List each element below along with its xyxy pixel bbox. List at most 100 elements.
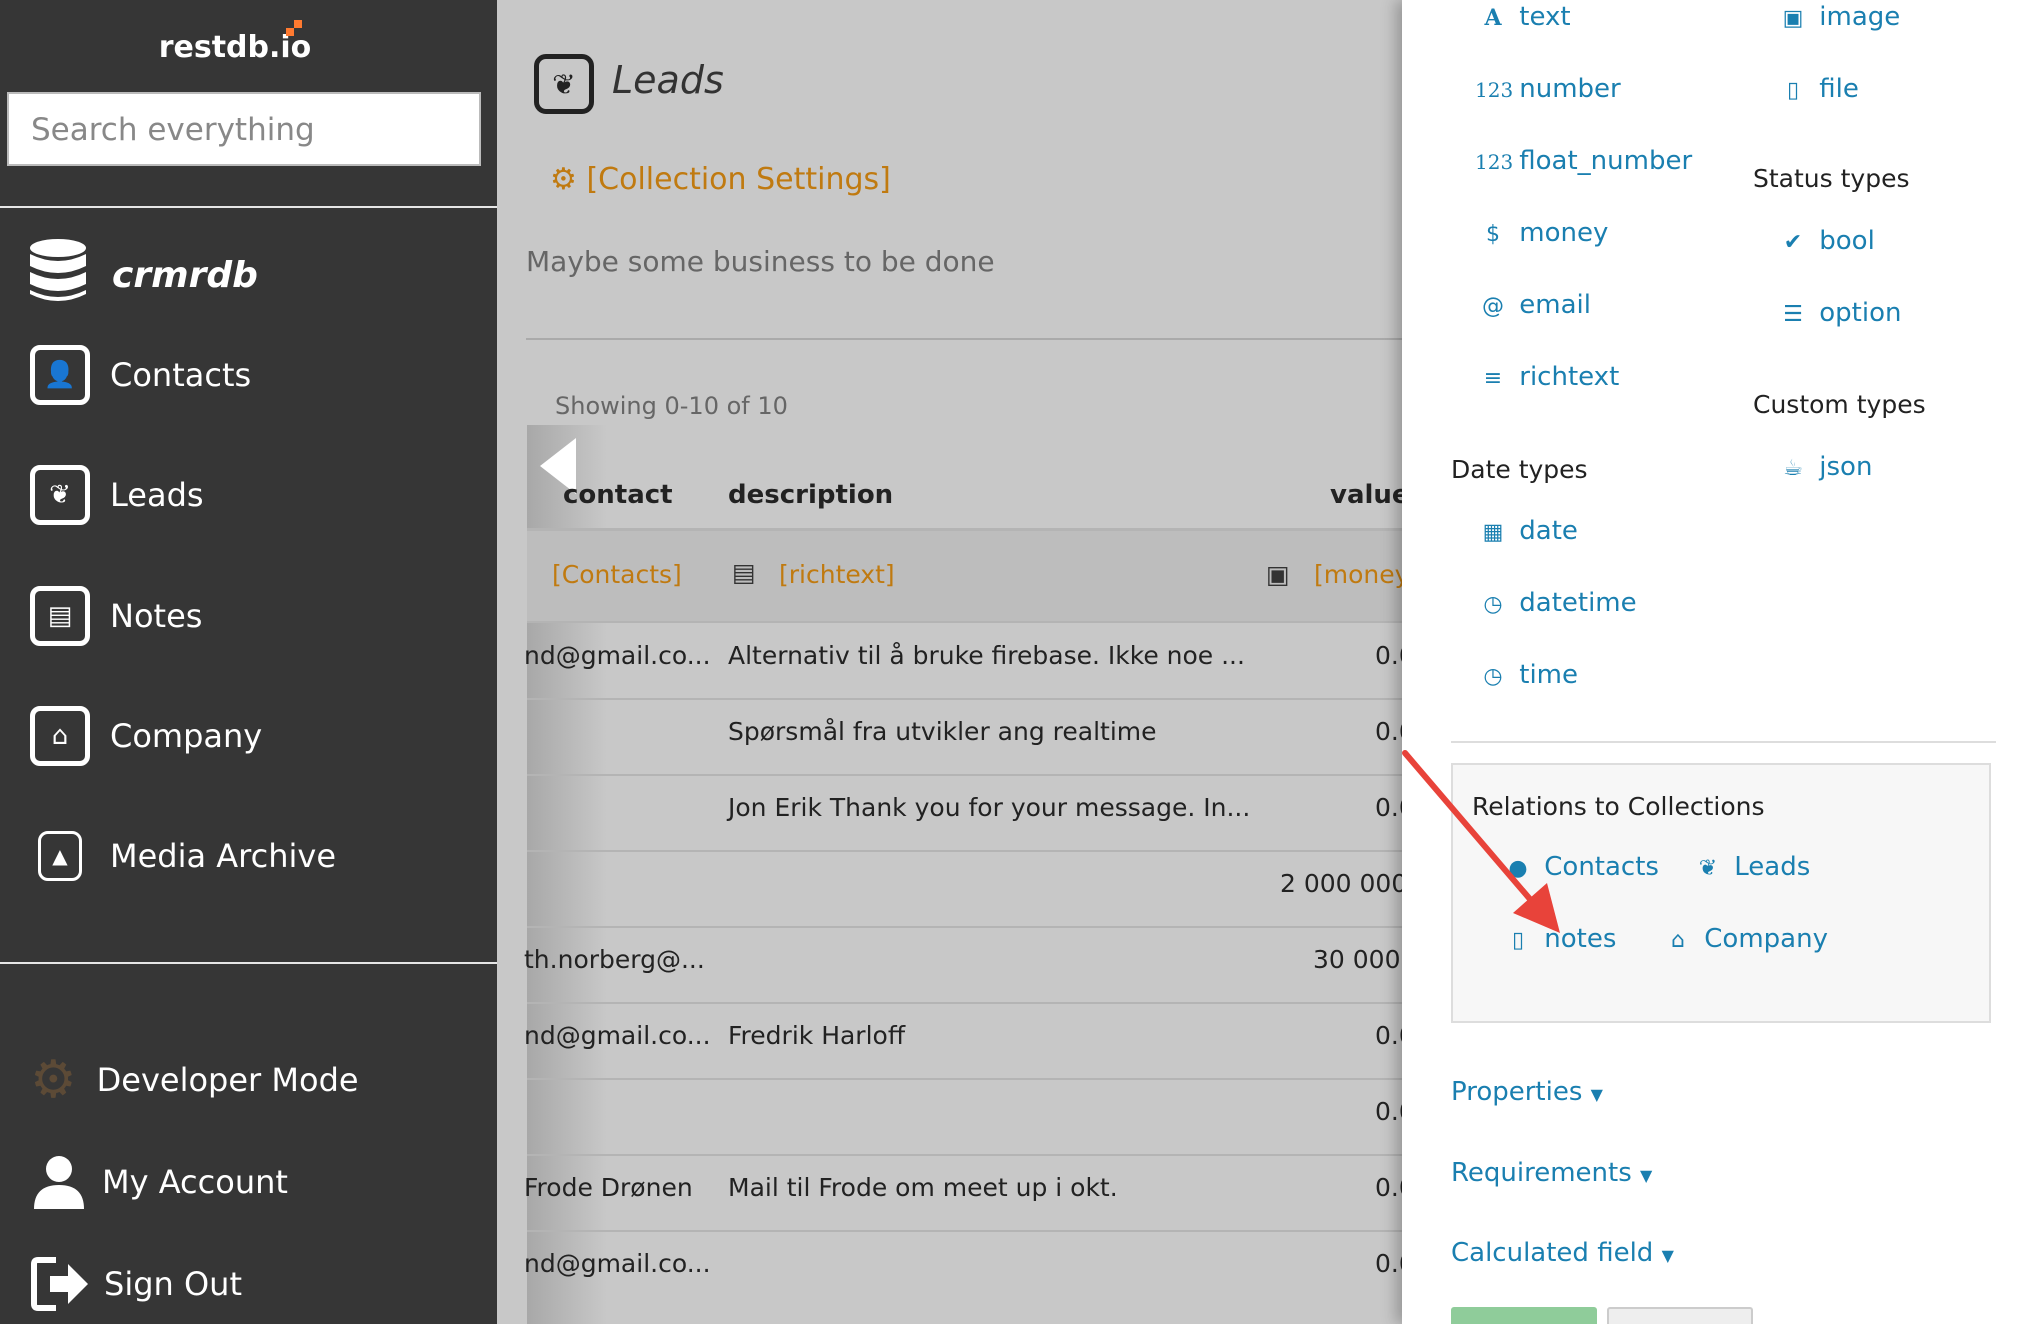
- status-types-heading: Status types: [1753, 164, 1910, 193]
- field-type-label: image: [1819, 2, 1901, 32]
- leaf-icon: ❦: [1698, 856, 1718, 881]
- type-cell[interactable]: [money: [1314, 560, 1409, 589]
- collection-description: Maybe some business to be done: [526, 245, 995, 278]
- field-type-label: date: [1519, 516, 1578, 546]
- cancel-button[interactable]: [1607, 1307, 1753, 1324]
- table-cell[interactable]: nd@gmail.co...: [524, 1249, 711, 1278]
- table-cell[interactable]: Jon Erik Thank you for your message. In.…: [728, 793, 1250, 822]
- page-title: Leads: [612, 58, 724, 102]
- field-type-richtext[interactable]: ≡ richtext: [1475, 362, 1620, 392]
- relation-label: Leads: [1734, 852, 1811, 882]
- table-cell[interactable]: th.norberg@...: [524, 945, 705, 974]
- developer-mode-link[interactable]: ⚙ Developer Mode: [30, 1044, 359, 1116]
- field-type-label: number: [1519, 74, 1621, 104]
- date-types-heading: Date types: [1451, 455, 1588, 484]
- type-cell[interactable]: [richtext]: [779, 560, 895, 589]
- panel-divider: [1451, 741, 1996, 743]
- notebook-icon: ▤: [30, 586, 90, 646]
- field-type-label: money: [1519, 218, 1609, 248]
- gears-icon: ⚙: [30, 1050, 77, 1110]
- table-cell[interactable]: nd@gmail.co...: [524, 1021, 711, 1050]
- sign-out-icon: [31, 1257, 88, 1311]
- column-header-description[interactable]: description: [728, 480, 893, 510]
- leaf-icon: ❦: [30, 465, 90, 525]
- field-type-label: email: [1519, 290, 1591, 320]
- calculated-field-toggle[interactable]: Calculated field ▼: [1451, 1238, 1674, 1268]
- table-cell[interactable]: Frode Drønen: [524, 1173, 693, 1202]
- save-button[interactable]: [1451, 1307, 1597, 1324]
- row-divider: [527, 1002, 1402, 1004]
- table-cell[interactable]: Spørsmål fra utvikler ang realtime: [728, 717, 1157, 746]
- relation-company[interactable]: ⌂ Company: [1660, 924, 1828, 954]
- column-header-value[interactable]: value: [1330, 480, 1410, 510]
- at-icon: @: [1482, 294, 1504, 319]
- type-cell[interactable]: [Contacts]: [552, 560, 682, 589]
- sidebar-item-contacts[interactable]: 👤 Contacts: [30, 339, 251, 411]
- clock-icon: ◷: [1483, 664, 1503, 689]
- relation-leads[interactable]: ❦ Leads: [1690, 852, 1811, 882]
- record-count: Showing 0-10 of 10: [555, 392, 788, 420]
- sidebar-item-notes[interactable]: ▤ Notes: [30, 580, 202, 652]
- sidebar-item-label: Leads: [110, 476, 204, 514]
- search-input[interactable]: Search everything: [7, 92, 481, 166]
- my-account-link[interactable]: My Account: [30, 1146, 288, 1218]
- table-cell[interactable]: nd@gmail.co...: [524, 641, 711, 670]
- money-icon: $: [1486, 222, 1500, 247]
- column-header-contact[interactable]: contact: [563, 480, 673, 510]
- table-cell[interactable]: Alternativ til å bruke firebase. Ikke no…: [728, 641, 1245, 670]
- my-account-label: My Account: [102, 1163, 288, 1201]
- caret-down-icon: ▼: [1590, 1085, 1603, 1104]
- field-type-label: bool: [1819, 226, 1875, 256]
- sidebar-item-company[interactable]: ⌂ Company: [30, 700, 262, 772]
- table-cell[interactable]: Mail til Frode om meet up i okt.: [728, 1173, 1118, 1202]
- sidebar-item-label: Media Archive: [110, 837, 337, 875]
- field-type-image[interactable]: ▣ image: [1775, 2, 1901, 32]
- collection-settings-label: [Collection Settings]: [586, 162, 891, 197]
- database-icon: [28, 238, 88, 304]
- field-type-label: float_number: [1519, 146, 1693, 176]
- annotation-arrow: [1402, 750, 1560, 933]
- sign-out-link[interactable]: Sign Out: [30, 1248, 242, 1320]
- field-type-file[interactable]: ▯ file: [1775, 74, 1859, 104]
- field-type-money[interactable]: $ money: [1475, 218, 1608, 248]
- check-icon: ✔: [1783, 230, 1803, 255]
- field-type-float-number[interactable]: 123 float_number: [1475, 146, 1692, 176]
- field-type-option[interactable]: ☰ option: [1775, 298, 1901, 328]
- field-type-date[interactable]: ▦ date: [1475, 516, 1578, 546]
- field-type-label: datetime: [1519, 588, 1637, 618]
- custom-types-heading: Custom types: [1753, 390, 1926, 419]
- number-icon: 123: [1475, 150, 1514, 174]
- row-divider: [527, 774, 1402, 776]
- house-icon: ⌂: [30, 706, 90, 766]
- database-name[interactable]: crmrdb: [112, 255, 258, 296]
- field-type-label: text: [1519, 2, 1571, 32]
- field-type-email[interactable]: @ email: [1475, 290, 1591, 320]
- field-type-datetime[interactable]: ◷ datetime: [1475, 588, 1637, 618]
- gear-icon: ⚙: [550, 162, 577, 197]
- row-divider: [527, 1078, 1402, 1080]
- field-type-bool[interactable]: ✔ bool: [1775, 226, 1875, 256]
- collection-settings-link[interactable]: ⚙ [Collection Settings]: [550, 162, 891, 197]
- row-divider: [527, 926, 1402, 928]
- requirements-toggle[interactable]: Requirements ▼: [1451, 1158, 1652, 1188]
- sidebar-divider: [0, 962, 497, 964]
- table-cell[interactable]: Fredrik Harloff: [728, 1021, 905, 1050]
- document-icon: ≡: [1483, 366, 1503, 391]
- field-type-label: file: [1819, 74, 1859, 104]
- properties-toggle[interactable]: Properties ▼: [1451, 1077, 1603, 1107]
- calendar-icon: ▦: [1482, 520, 1504, 545]
- app-logo[interactable]: restdb.io: [0, 30, 470, 65]
- list-icon: ☰: [1783, 302, 1803, 327]
- house-icon: ⌂: [1671, 928, 1685, 953]
- field-type-number[interactable]: 123 number: [1475, 74, 1621, 104]
- developer-mode-label: Developer Mode: [96, 1061, 359, 1099]
- field-type-time[interactable]: ◷ time: [1475, 660, 1578, 690]
- field-type-json[interactable]: ☕ json: [1775, 452, 1872, 482]
- field-type-text[interactable]: A text: [1475, 2, 1571, 32]
- sidebar-item-media-archive[interactable]: ▲ Media Archive: [30, 820, 336, 892]
- requirements-label: Requirements: [1451, 1158, 1632, 1188]
- sidebar-item-leads[interactable]: ❦ Leads: [30, 459, 204, 531]
- row-divider: [527, 698, 1402, 700]
- file-icon: ▯: [1786, 78, 1800, 103]
- header-divider: [526, 338, 1402, 340]
